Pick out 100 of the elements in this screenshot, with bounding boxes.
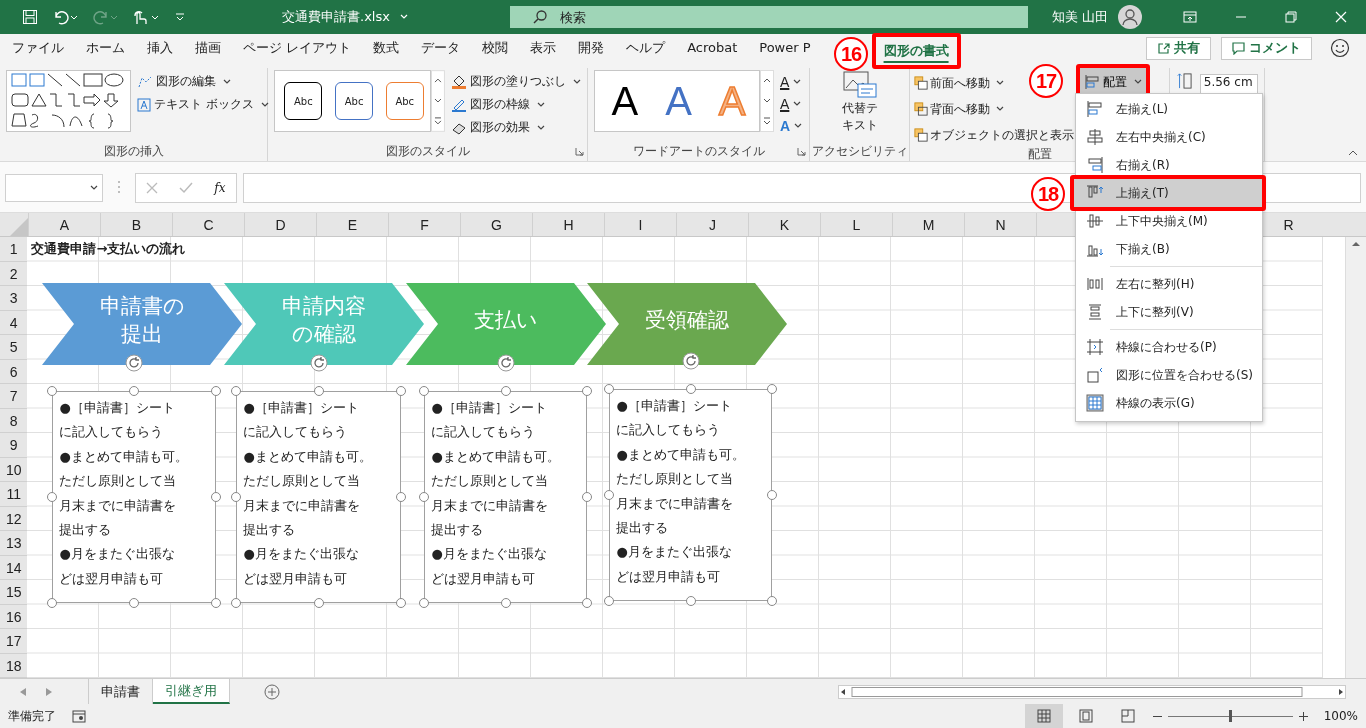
column-header[interactable]: I: [604, 213, 676, 236]
text-box[interactable]: ●［申請書］シート に記入してもらう ●まとめて申請も可。 ただし原則として当 月末までに申請書を 提出する ●月をまたぐ出張な どは翌月申請も可: [609, 389, 773, 601]
row-header[interactable]: 6: [0, 359, 28, 384]
share-button[interactable]: 共有: [1146, 36, 1211, 60]
close-icon[interactable]: [1335, 11, 1347, 23]
selection-handle[interactable]: [685, 596, 696, 606]
style-preset[interactable]: Abc: [385, 82, 424, 120]
smiley-icon[interactable]: [1330, 38, 1350, 58]
rotate-handle-icon[interactable]: [309, 354, 328, 372]
selection-handle[interactable]: [231, 386, 242, 396]
check-icon[interactable]: [179, 182, 194, 194]
selection-handle[interactable]: [685, 384, 696, 394]
selection-handle[interactable]: [419, 598, 430, 608]
column-header[interactable]: H: [532, 213, 604, 236]
save-icon[interactable]: [22, 9, 38, 25]
customize-icon[interactable]: [174, 11, 186, 23]
ribbon-tab[interactable]: 表示: [519, 34, 568, 62]
selection-handle[interactable]: [419, 492, 430, 502]
selection-handle[interactable]: [396, 492, 407, 502]
text-effect-button[interactable]: A: [780, 116, 803, 136]
menu-item[interactable]: 上下に整列(V): [1076, 298, 1262, 326]
column-header[interactable]: F: [388, 213, 460, 236]
column-header[interactable]: L: [820, 213, 892, 236]
menu-item[interactable]: 図形に位置を合わせる(S): [1076, 361, 1262, 389]
chevron-shape[interactable]: [42, 283, 243, 365]
selection-handle[interactable]: [419, 386, 430, 396]
zoom-in-icon[interactable]: [1298, 711, 1308, 721]
dialog-launcher-icon[interactable]: [575, 147, 584, 156]
selection-handle[interactable]: [313, 598, 324, 608]
chevron-shape[interactable]: [406, 283, 607, 365]
column-header[interactable]: B: [100, 213, 172, 236]
menu-item[interactable]: 左右中央揃え(C): [1076, 123, 1262, 151]
selection-handle[interactable]: [582, 386, 593, 396]
restore-icon[interactable]: [1285, 11, 1297, 23]
normal-view-button[interactable]: [1024, 704, 1063, 728]
sheet-tab[interactable]: 引継ぎ用: [153, 679, 230, 704]
cancel-icon[interactable]: [146, 182, 159, 194]
ribbon-tab[interactable]: ホーム: [75, 34, 136, 62]
chevron-shape[interactable]: [587, 283, 788, 365]
row-header[interactable]: 2: [0, 261, 28, 286]
menu-item[interactable]: 左右に整列(H): [1076, 270, 1262, 298]
comment-button[interactable]: コメント: [1221, 36, 1312, 60]
selection-handle[interactable]: [211, 598, 222, 608]
alt-text-button[interactable]: 代替テキスト: [839, 70, 880, 143]
scroll-up-icon[interactable]: [1352, 241, 1361, 246]
shape-format-button[interactable]: 図形の効果: [451, 118, 545, 137]
selection-handle[interactable]: [231, 598, 242, 608]
selection-handle[interactable]: [47, 492, 58, 502]
wordart-preset[interactable]: A: [598, 77, 652, 125]
selection-handle[interactable]: [396, 386, 407, 396]
insert-function-button[interactable]: fx: [214, 181, 226, 195]
touch-mode-icon[interactable]: [132, 8, 160, 26]
selection-handle[interactable]: [500, 386, 511, 396]
row-header[interactable]: 15: [0, 580, 28, 605]
ribbon-tab[interactable]: ファイル: [1, 34, 75, 62]
row-header[interactable]: 3: [0, 286, 28, 311]
selection-handle[interactable]: [396, 598, 407, 608]
wordart-preset[interactable]: A: [651, 77, 706, 125]
shape-format-button[interactable]: 図形の塗りつぶし: [451, 72, 581, 91]
vertical-scrollbar[interactable]: [1345, 237, 1366, 678]
column-header[interactable]: K: [748, 213, 820, 236]
gallery-scroll[interactable]: [760, 70, 774, 132]
row-header[interactable]: 4: [0, 310, 28, 335]
selection-handle[interactable]: [604, 490, 615, 500]
row-header[interactable]: 5: [0, 335, 28, 360]
height-field[interactable]: 5.56 cm: [1199, 74, 1258, 96]
row-header[interactable]: 17: [0, 629, 28, 654]
ribbon-tab[interactable]: 挿入: [136, 34, 184, 62]
menu-item[interactable]: 上揃え(T): [1070, 175, 1266, 211]
arrange-button[interactable]: 背面へ移動: [914, 98, 1004, 120]
selection-handle[interactable]: [500, 598, 511, 608]
name-box[interactable]: [5, 174, 103, 202]
gallery-scroll[interactable]: [431, 70, 445, 132]
selection-handle[interactable]: [604, 384, 615, 394]
style-preset[interactable]: Abc: [335, 82, 374, 120]
selection-handle[interactable]: [582, 598, 593, 608]
rotate-handle-icon[interactable]: [496, 354, 515, 372]
ribbon-tab[interactable]: 図形の書式: [871, 33, 961, 69]
menu-item[interactable]: 枠線の表示(G): [1076, 389, 1262, 417]
edit-shape-button[interactable]: 図形の編集: [137, 72, 231, 91]
selection-handle[interactable]: [129, 386, 140, 396]
column-header[interactable]: G: [460, 213, 532, 236]
ribbon-tab[interactable]: ヘルプ: [615, 34, 677, 62]
style-preset[interactable]: Abc: [284, 82, 323, 120]
search-field[interactable]: 検索: [510, 6, 1028, 28]
selection-handle[interactable]: [47, 598, 58, 608]
style-gallery[interactable]: Abc Abc Abc: [274, 70, 432, 132]
file-name[interactable]: 交通費申請書.xlsx: [282, 8, 390, 26]
chevron-shape[interactable]: [224, 283, 425, 365]
horizontal-scrollbar[interactable]: [838, 684, 1346, 699]
avatar-icon[interactable]: [1118, 5, 1142, 29]
text-box[interactable]: ●［申請書］シート に記入してもらう ●まとめて申請も可。 ただし原則として当 月末までに申請書を 提出する ●月をまたぐ出張な どは翌月申請も可: [52, 391, 217, 603]
ribbon-tab[interactable]: Acrobat: [676, 34, 749, 62]
row-header[interactable]: 9: [0, 433, 28, 458]
selection-handle[interactable]: [767, 384, 778, 394]
column-header[interactable]: A: [28, 213, 100, 236]
ribbon-tab[interactable]: Power P: [748, 34, 822, 62]
row-header[interactable]: 8: [0, 408, 28, 433]
selection-handle[interactable]: [313, 386, 324, 396]
selection-handle[interactable]: [129, 598, 140, 608]
